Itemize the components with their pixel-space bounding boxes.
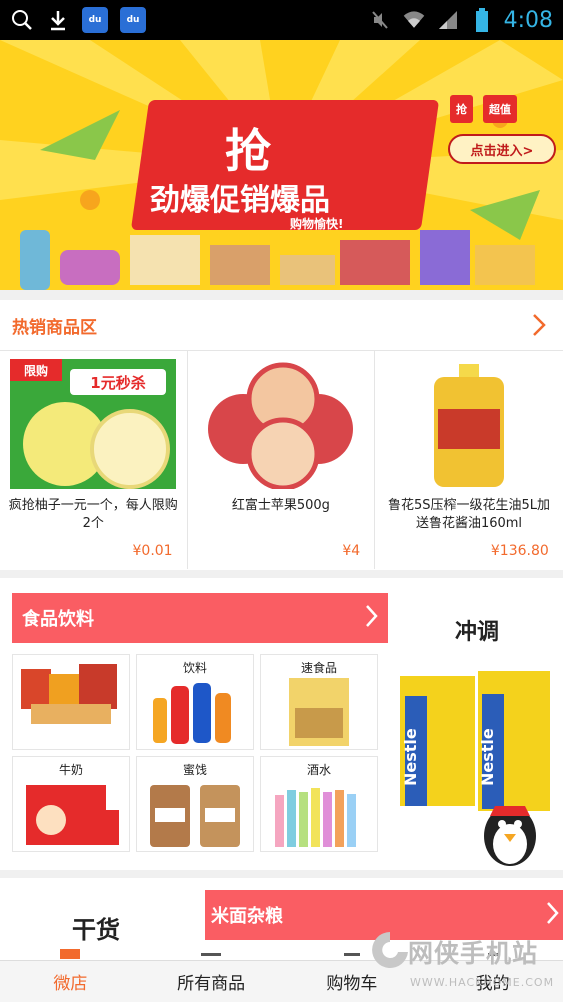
product-name: 红富士苹果500g: [231, 498, 330, 513]
wifi-icon: [402, 8, 426, 32]
tab-label: 购物车: [326, 974, 378, 994]
category-image: [21, 780, 121, 850]
brand-label: Nestle: [401, 728, 420, 786]
category-label: 牛奶: [58, 763, 83, 777]
category-label: 蜜饯: [182, 763, 207, 777]
tab-me[interactable]: 我的: [422, 953, 563, 1002]
tab-label: 我的: [475, 974, 510, 994]
product-price: ¥0.01: [132, 543, 173, 559]
section-title: 热销商品区: [12, 317, 97, 338]
hot-products-section: 热销商品区 1元秒杀 限购 疯抢柚子一元一个，每人限购2个 ¥0.01 红富士苹…: [0, 300, 563, 570]
category-image: [269, 780, 369, 850]
tab-all-products[interactable]: 所有商品: [141, 953, 282, 1002]
category-banner-label: 食品饮料: [22, 609, 94, 630]
category-label: 酒水: [306, 763, 331, 777]
product-price: ¥4: [342, 543, 361, 559]
baidu-app-icon: du: [120, 7, 146, 33]
product-image: [385, 359, 552, 489]
cart-icon: [343, 953, 360, 956]
chevron-right-icon: [545, 901, 559, 930]
banner-tag: 抢: [450, 95, 473, 123]
promo-banner[interactable]: 抢 劲爆促销爆品 购物愉快! 抢 超值 点击进入>: [0, 40, 563, 290]
list-icon: [201, 953, 222, 956]
promo-title-line2: 劲爆促销爆品: [150, 183, 330, 218]
category-cell-drinks[interactable]: 饮料: [136, 654, 254, 750]
product-card[interactable]: 鲁花5S压榨一级花生油5L加送鲁花酱油160ml ¥136.80: [375, 351, 563, 569]
baidu-app-icon: du: [82, 7, 108, 33]
dry-goods-title[interactable]: 干货: [72, 910, 120, 945]
product-name: 疯抢柚子一元一个，每人限购2个: [8, 498, 178, 531]
status-bar: du du 4:08: [0, 0, 563, 40]
products-illustration: [20, 230, 535, 290]
product-card[interactable]: 红富士苹果500g ¥4: [188, 351, 376, 569]
category-section: 食品饮料 饮料 速食品 牛奶 蜜饯 酒水 冲调 Nestle Nestle: [0, 578, 563, 870]
battery-icon: [470, 8, 494, 32]
promo-tag: 1元秒杀: [91, 374, 146, 392]
tab-shop[interactable]: 微店: [0, 949, 141, 1002]
signal-icon: [436, 8, 460, 32]
shop-icon: [60, 949, 81, 959]
category-label: 饮料: [182, 661, 207, 675]
clock: 4:08: [503, 7, 553, 33]
bottom-tab-bar: 微店 所有商品 购物车 我的: [0, 949, 563, 1002]
product-card[interactable]: 1元秒杀 限购 疯抢柚子一元一个，每人限购2个 ¥0.01: [0, 351, 188, 569]
chevron-right-icon[interactable]: [527, 313, 551, 337]
category-label: 速食品: [300, 661, 337, 675]
product-image: 1元秒杀 限购: [10, 359, 177, 489]
banner-tag: 超值: [483, 95, 517, 123]
hot-header[interactable]: 热销商品区: [0, 300, 563, 350]
product-price: ¥136.80: [490, 543, 549, 559]
product-name: 鲁花5S压榨一级花生油5L加送鲁花酱油160ml: [387, 498, 550, 531]
rice-grain-banner[interactable]: 米面杂粮: [205, 890, 563, 940]
chevron-right-icon: [364, 604, 378, 633]
category-image: [145, 678, 245, 748]
search-icon: [10, 8, 34, 32]
category-cell-instant-food[interactable]: 速食品: [260, 654, 378, 750]
category-cell-liquor[interactable]: 酒水: [260, 756, 378, 852]
promo-title-line1: 抢: [225, 124, 271, 178]
enter-button[interactable]: 点击进入>: [448, 134, 556, 164]
download-icon: [46, 8, 70, 32]
instant-drinks-title[interactable]: 冲调: [455, 614, 499, 646]
category-banner-label: 米面杂粮: [211, 906, 283, 927]
category-image: [269, 678, 369, 748]
category-cell-milk[interactable]: 牛奶: [12, 756, 130, 852]
tab-label: 微店: [53, 974, 88, 994]
limit-tag: 限购: [24, 363, 48, 378]
category-image: [21, 659, 121, 729]
nestle-product-image[interactable]: Nestle Nestle: [400, 666, 550, 866]
brand-label: Nestle: [478, 728, 497, 786]
category-cell-snacks[interactable]: [12, 654, 130, 750]
product-image: [197, 359, 364, 491]
tab-label: 所有商品: [177, 974, 246, 994]
category-image: [145, 780, 245, 850]
tab-cart[interactable]: 购物车: [282, 953, 423, 1002]
dry-goods-section: 干货 米面杂粮: [0, 878, 563, 968]
category-cell-preserved-fruit[interactable]: 蜜饯: [136, 756, 254, 852]
food-drinks-banner[interactable]: 食品饮料: [12, 593, 388, 643]
mute-icon: [368, 8, 392, 32]
user-icon: [487, 953, 498, 956]
